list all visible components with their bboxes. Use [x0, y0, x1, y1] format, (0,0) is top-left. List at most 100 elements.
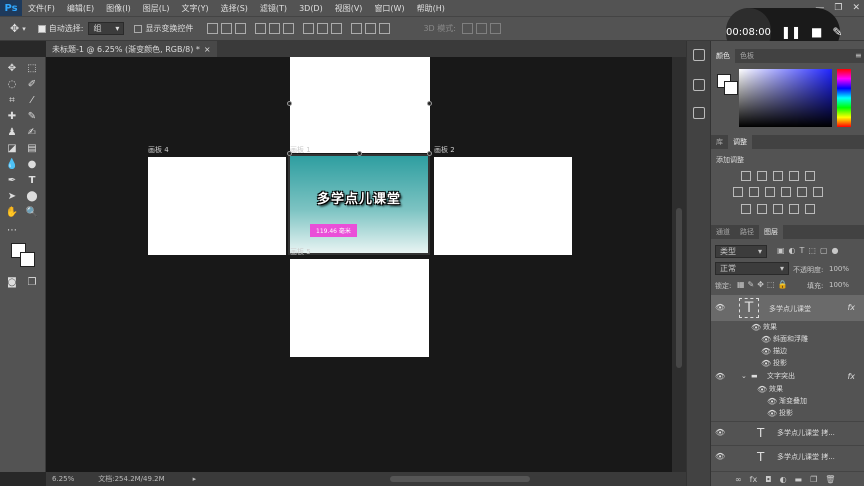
menu-file[interactable]: 文件(F) — [22, 3, 61, 14]
effect-row[interactable]: 👁 渐变叠加 — [711, 395, 864, 407]
align-bottom-icon[interactable] — [235, 23, 247, 34]
curves-icon[interactable] — [773, 171, 783, 181]
quick-select-icon[interactable]: ✐ — [25, 77, 39, 91]
effects-row[interactable]: 👁 效果 — [711, 321, 864, 333]
color-picker-field[interactable] — [739, 69, 832, 127]
tab-paths[interactable]: 路径 — [735, 225, 759, 239]
transform-handle[interactable] — [427, 151, 432, 156]
tab-layers[interactable]: 图层 — [759, 225, 783, 239]
layer-filter-dropdown[interactable]: 类型 ▾ — [715, 245, 767, 258]
new-group-icon[interactable]: ▬ — [795, 475, 803, 484]
new-layer-icon[interactable]: ❐ — [810, 475, 817, 484]
menu-window[interactable]: 窗口(W) — [368, 3, 410, 14]
stop-icon[interactable]: ■ — [811, 25, 822, 39]
visibility-eye-icon[interactable]: 👁 — [715, 452, 725, 461]
layer-row[interactable]: 👁 T 多学点儿课堂 拷... — [711, 445, 864, 467]
history-panel-icon[interactable] — [693, 49, 705, 61]
tool-preset-arrow-icon[interactable]: ▾ — [22, 25, 26, 33]
eyedropper-icon[interactable]: ⁄ — [25, 93, 39, 107]
align-left-icon[interactable] — [255, 23, 267, 34]
visibility-eye-icon[interactable]: 👁 — [767, 409, 777, 418]
distribute-bottom-icon[interactable] — [331, 23, 343, 34]
dodge-tool-icon[interactable]: ● — [25, 157, 39, 171]
align-right-icon[interactable] — [283, 23, 295, 34]
crop-tool-icon[interactable]: ⌗ — [5, 93, 19, 107]
distribute-left-icon[interactable] — [351, 23, 363, 34]
3d-pan-icon[interactable] — [489, 23, 501, 34]
artboard-tool-icon[interactable]: ⬚ — [25, 61, 39, 75]
auto-select-checkbox[interactable] — [37, 24, 46, 33]
layer-row[interactable]: 👁 T 多学点儿课堂 fx — [711, 295, 864, 321]
vertical-scrollbar-thumb[interactable] — [676, 208, 682, 368]
distribute-vcenter-icon[interactable] — [317, 23, 329, 34]
pen-tool-icon[interactable]: ✒ — [5, 173, 19, 187]
link-layers-icon[interactable]: ∞ — [735, 475, 742, 484]
pen-icon[interactable]: ✎ — [832, 25, 842, 39]
menu-help[interactable]: 帮助(H) — [411, 3, 451, 14]
ellipse-tool-icon[interactable]: ⬤ — [25, 189, 39, 203]
align-vcenter-icon[interactable] — [221, 23, 233, 34]
status-menu-arrow-icon[interactable]: ▸ — [193, 475, 197, 483]
distribute-hcenter-icon[interactable] — [365, 23, 377, 34]
effects-row[interactable]: 👁 效果 — [711, 383, 864, 395]
document-tab[interactable]: 未标题-1 @ 6.25% (渐变颜色, RGB/8) * × — [46, 41, 217, 57]
artboard-4-label[interactable]: 画板 4 — [148, 145, 169, 155]
color-balance-icon[interactable] — [749, 187, 759, 197]
menu-image[interactable]: 图像(I) — [100, 3, 137, 14]
restore-button[interactable]: ❐ — [834, 3, 842, 13]
fill-value[interactable]: 100% — [829, 281, 849, 289]
type-tool-icon[interactable]: T — [25, 173, 39, 187]
filter-icons[interactable]: ▣◐T⬚▢● — [777, 246, 843, 255]
lock-icons[interactable]: ▦✎✥⬚🔒 — [737, 280, 790, 289]
3d-rotate-icon[interactable] — [461, 23, 473, 34]
channel-mixer-icon[interactable] — [797, 187, 807, 197]
artboard-2-label[interactable]: 画板 2 — [434, 145, 455, 155]
menu-view[interactable]: 视图(V) — [329, 3, 369, 14]
brightness-icon[interactable] — [741, 171, 751, 181]
tab-swatches[interactable]: 色板 — [735, 49, 759, 63]
black-white-icon[interactable] — [765, 187, 775, 197]
artboard-top[interactable] — [290, 57, 430, 153]
photo-filter-icon[interactable] — [781, 187, 791, 197]
artboard-5[interactable] — [290, 259, 429, 357]
close-tab-icon[interactable]: × — [204, 45, 211, 54]
zoom-tool-icon[interactable]: 🔍 — [25, 205, 39, 219]
close-window-button[interactable]: ✕ — [852, 3, 860, 13]
history-brush-icon[interactable]: ✍ — [25, 125, 39, 139]
tab-channels[interactable]: 通道 — [711, 225, 735, 239]
info-panel-icon[interactable] — [693, 79, 705, 91]
effect-row[interactable]: 👁 描边 — [711, 345, 864, 357]
effect-row[interactable]: 👁 投影 — [711, 407, 864, 419]
threshold-icon[interactable] — [773, 204, 783, 214]
healing-brush-icon[interactable]: ✚ — [5, 109, 19, 123]
visibility-eye-icon[interactable]: 👁 — [715, 372, 725, 381]
blend-mode-dropdown[interactable]: 正常 ▾ — [715, 262, 789, 275]
levels-icon[interactable] — [757, 171, 767, 181]
eraser-tool-icon[interactable]: ◪ — [5, 141, 19, 155]
visibility-eye-icon[interactable]: 👁 — [715, 428, 725, 437]
panel-menu-icon[interactable]: ≡ — [855, 51, 862, 60]
menu-type[interactable]: 文字(Y) — [175, 3, 214, 14]
menu-select[interactable]: 选择(S) — [215, 3, 254, 14]
menu-filter[interactable]: 滤镜(T) — [254, 3, 293, 14]
visibility-eye-icon[interactable]: 👁 — [757, 385, 767, 394]
pause-icon[interactable]: ❚❚ — [781, 25, 801, 39]
artboard-5-label[interactable]: 画板 5 — [290, 247, 311, 257]
properties-panel-icon[interactable] — [693, 107, 705, 119]
transform-handle[interactable] — [427, 101, 432, 106]
path-select-icon[interactable]: ➤ — [5, 189, 19, 203]
hue-saturation-icon[interactable] — [733, 187, 743, 197]
tab-library[interactable]: 库 — [711, 135, 728, 149]
stamp-tool-icon[interactable]: ♟ — [5, 125, 19, 139]
transform-handle[interactable] — [287, 101, 292, 106]
trash-icon[interactable]: 🗑 — [825, 475, 835, 484]
visibility-eye-icon[interactable]: 👁 — [761, 359, 771, 368]
background-color-swatch[interactable] — [20, 252, 35, 267]
vibrance-icon[interactable] — [805, 171, 815, 181]
align-top-icon[interactable] — [207, 23, 219, 34]
visibility-eye-icon[interactable]: 👁 — [767, 397, 777, 406]
visibility-eye-icon[interactable]: 👁 — [761, 347, 771, 356]
transform-handle[interactable] — [287, 151, 292, 156]
align-hcenter-icon[interactable] — [269, 23, 281, 34]
visibility-eye-icon[interactable]: 👁 — [715, 303, 725, 312]
